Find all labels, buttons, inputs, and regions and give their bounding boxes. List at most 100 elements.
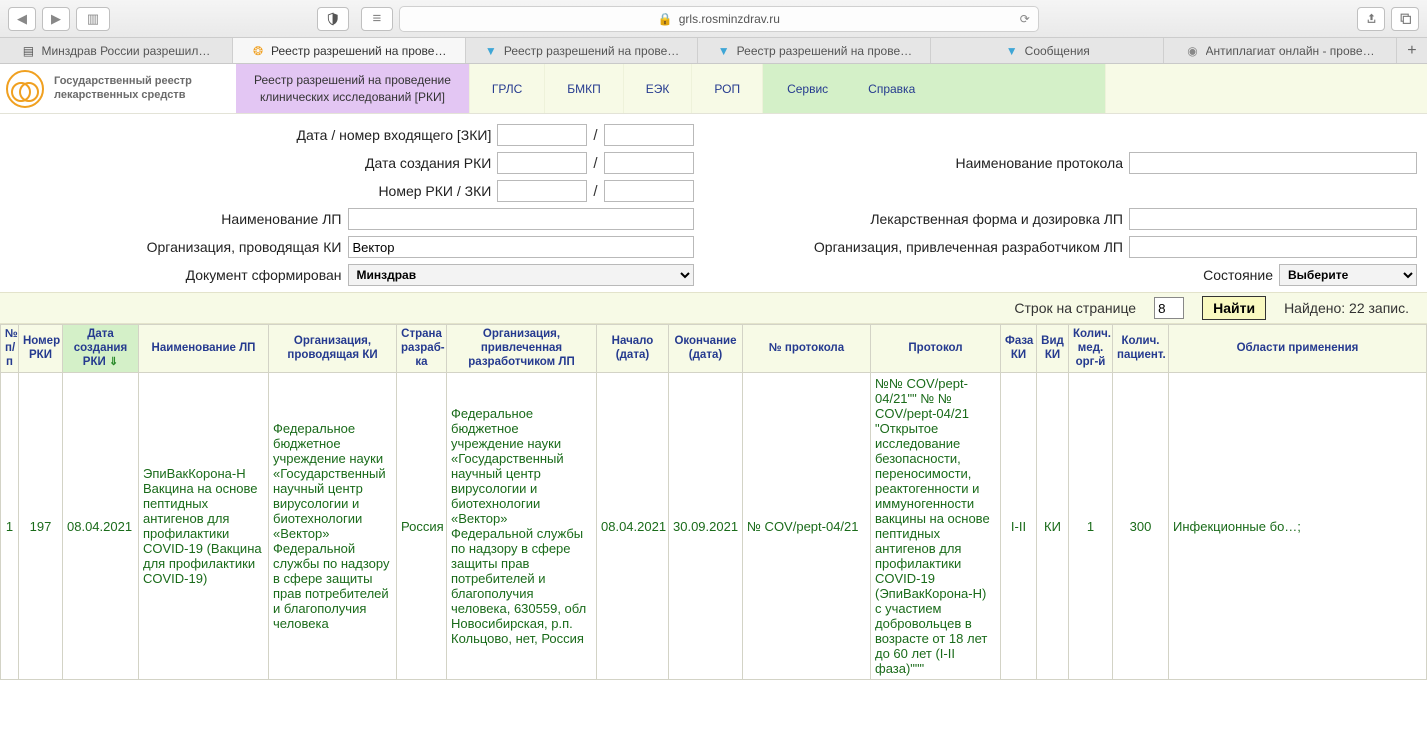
nav-item-help[interactable]: Справка: [868, 82, 915, 96]
nav-item-rop[interactable]: РОП: [692, 64, 763, 113]
col-n[interactable]: № п/п: [1, 325, 19, 373]
browser-tab[interactable]: ◉Антиплагиат онлайн - прове…: [1164, 38, 1397, 63]
cell-proto: №№ COV/pept-04/21"" № № COV/pept-04/21 "…: [871, 373, 1001, 680]
search-form: Дата / номер входящего [ЗКИ]/ Дата созда…: [0, 114, 1427, 292]
rki-number-input[interactable]: [497, 180, 587, 202]
cell-n: 1: [1, 373, 19, 680]
cell-patients: 300: [1113, 373, 1169, 680]
result-bar: Строк на странице Найти Найдено: 22 запи…: [0, 292, 1427, 324]
nav-back-button[interactable]: ◀: [8, 7, 36, 31]
col-patients[interactable]: Колич. пациент.: [1113, 325, 1169, 373]
protocol-name-input[interactable]: [1129, 152, 1417, 174]
col-end[interactable]: Окончание (дата): [669, 325, 743, 373]
col-proto-no[interactable]: № протокола: [743, 325, 871, 373]
nav-item-rki[interactable]: Реестр разрешений на проведение клиничес…: [236, 64, 470, 113]
address-bar-host: grls.rosminzdrav.ru: [679, 12, 780, 26]
table-row[interactable]: 1 197 08.04.2021 ЭпиВакКорона-Н Вакцина …: [1, 373, 1427, 680]
doc-icon: ▤: [21, 44, 35, 58]
logo-icon: [6, 70, 44, 108]
cell-area: Инфекционные бо…;: [1169, 373, 1427, 680]
label-state: Состояние: [1203, 267, 1273, 283]
shield-icon: ▼: [484, 44, 498, 58]
col-orgs[interactable]: Колич. мед. орг-й: [1069, 325, 1113, 373]
sun-icon: ❂: [251, 44, 265, 58]
shield-half-icon: [326, 12, 340, 26]
address-bar[interactable]: 🔒 grls.rosminzdrav.ru ⟳: [399, 6, 1039, 32]
cell-kind: КИ: [1037, 373, 1069, 680]
browser-tabstrip: ▤Минздрав России разрешил… ❂Реестр разре…: [0, 38, 1427, 64]
form-dose-input[interactable]: [1129, 208, 1417, 230]
cell-start: 08.04.2021: [597, 373, 669, 680]
per-page-label: Строк на странице: [1014, 300, 1136, 316]
label-lp-name: Наименование ЛП: [221, 211, 341, 227]
site-title-line: лекарственных средств: [54, 89, 192, 103]
lock-icon: 🔒: [658, 12, 673, 26]
sidebar-toggle-button[interactable]: ▥: [76, 7, 110, 31]
new-tab-button[interactable]: +: [1397, 38, 1427, 63]
privacy-shield-button[interactable]: [317, 7, 349, 31]
browser-tab[interactable]: ▤Минздрав России разрешил…: [0, 38, 233, 63]
doc-formed-select[interactable]: Минздрав: [348, 264, 694, 286]
cell-rki-no: 197: [19, 373, 63, 680]
per-page-input[interactable]: [1154, 297, 1184, 319]
incoming-date-input[interactable]: [497, 124, 587, 146]
col-lp-name[interactable]: Наименование ЛП: [139, 325, 269, 373]
org-dev-input[interactable]: [1129, 236, 1417, 258]
browser-tab[interactable]: ▼Сообщения: [931, 38, 1164, 63]
col-start[interactable]: Начало (дата): [597, 325, 669, 373]
cell-proto-no: № COV/pept-04/21: [743, 373, 871, 680]
results-table: № п/п Номер РКИ Дата создания РКИ ⇓ Наим…: [0, 324, 1427, 680]
label-org-ki: Организация, проводящая КИ: [147, 239, 342, 255]
state-select[interactable]: Выберите: [1279, 264, 1417, 286]
tabs-button[interactable]: [1391, 7, 1419, 31]
results-table-wrap[interactable]: № п/п Номер РКИ Дата создания РКИ ⇓ Наим…: [0, 324, 1427, 740]
nav-item-eek[interactable]: ЕЭК: [624, 64, 693, 113]
site-title-line: Государственный реестр: [54, 75, 192, 89]
shield-icon: ▼: [1005, 44, 1019, 58]
label-form-dose: Лекарственная форма и дозировка ЛП: [870, 211, 1123, 227]
cell-lp: ЭпиВакКорона-Н Вакцина на основе пептидн…: [139, 373, 269, 680]
tabs-icon: [1399, 12, 1412, 25]
col-proto[interactable]: Протокол: [871, 325, 1001, 373]
browser-toolbar: ◀ ▶ ▥ ≡ 🔒 grls.rosminzdrav.ru ⟳: [0, 0, 1427, 38]
nav-item-grls[interactable]: ГРЛС: [470, 64, 545, 113]
browser-tab[interactable]: ▼Реестр разрешений на прове…: [698, 38, 931, 63]
share-icon: [1365, 12, 1378, 25]
nav-item-bmkp[interactable]: БМКП: [545, 64, 624, 113]
sort-desc-icon: ⇓: [109, 356, 118, 368]
col-area[interactable]: Области применения: [1169, 325, 1427, 373]
col-phase[interactable]: Фаза КИ: [1001, 325, 1037, 373]
nav-forward-button[interactable]: ▶: [42, 7, 70, 31]
cell-org-ki: Федеральное бюджетное учреждение науки «…: [269, 373, 397, 680]
created-to-input[interactable]: [604, 152, 694, 174]
browser-tab[interactable]: ▼Реестр разрешений на прове…: [466, 38, 699, 63]
cell-org-dev: Федеральное бюджетное учреждение науки «…: [447, 373, 597, 680]
col-rki-no[interactable]: Номер РКИ: [19, 325, 63, 373]
share-button[interactable]: [1357, 7, 1385, 31]
label-rki-zki: Номер РКИ / ЗКИ: [378, 183, 491, 199]
created-from-input[interactable]: [497, 152, 587, 174]
cell-orgs: 1: [1069, 373, 1113, 680]
browser-tab[interactable]: ❂Реестр разрешений на прове…: [233, 38, 466, 63]
reload-icon[interactable]: ⟳: [1020, 12, 1030, 26]
zki-number-input[interactable]: [604, 180, 694, 202]
nav-item-service[interactable]: Сервис: [787, 82, 828, 96]
org-ki-input[interactable]: [348, 236, 694, 258]
col-kind[interactable]: Вид КИ: [1037, 325, 1069, 373]
incoming-number-input[interactable]: [604, 124, 694, 146]
reader-mode-button[interactable]: ≡: [361, 7, 393, 31]
shield-icon: ▼: [717, 44, 731, 58]
site-logo[interactable]: Государственный реестр лекарственных сре…: [0, 64, 236, 113]
col-org-dev[interactable]: Организация, привлеченная разработчиком …: [447, 325, 597, 373]
label-org-dev: Организация, привлеченная разработчиком …: [814, 239, 1123, 255]
col-country[interactable]: Страна разраб-ка: [397, 325, 447, 373]
table-header-row: № п/п Номер РКИ Дата создания РКИ ⇓ Наим…: [1, 325, 1427, 373]
cell-end: 30.09.2021: [669, 373, 743, 680]
site-header: Государственный реестр лекарственных сре…: [0, 64, 1427, 114]
label-doc-formed: Документ сформирован: [186, 267, 342, 283]
lp-name-input[interactable]: [348, 208, 694, 230]
find-button[interactable]: Найти: [1202, 296, 1266, 320]
col-date-created[interactable]: Дата создания РКИ ⇓: [63, 325, 139, 373]
cell-date: 08.04.2021: [63, 373, 139, 680]
col-org-ki[interactable]: Организация, проводящая КИ: [269, 325, 397, 373]
